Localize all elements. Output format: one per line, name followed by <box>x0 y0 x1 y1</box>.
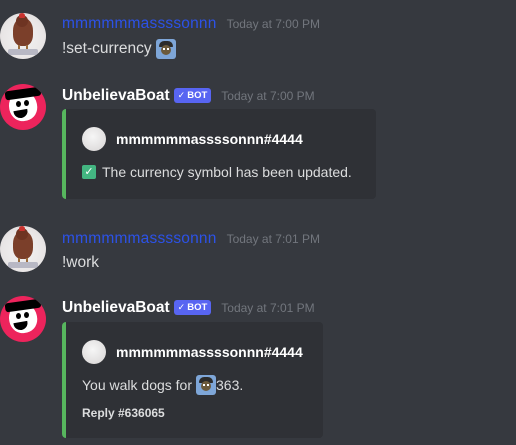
user-avatar[interactable] <box>0 13 46 59</box>
username[interactable]: UnbelievaBoat <box>62 299 170 317</box>
timestamp[interactable]: Today at 7:00 PM <box>221 89 314 103</box>
embed-author-avatar[interactable] <box>82 340 106 364</box>
message-header: UnbelievaBoat ✓ BOT Today at 7:01 PM <box>62 299 315 317</box>
embed-author-avatar[interactable] <box>82 127 106 151</box>
embed-description-amount: 363. <box>216 377 244 393</box>
embed: mmmmmmassssonnn#4444 You walk dogs for 3… <box>62 322 323 438</box>
chicken-comb <box>19 13 25 18</box>
bot-eye-right <box>24 100 29 106</box>
message-header: mmmmmmassssonnn Today at 7:00 PM <box>62 15 320 33</box>
bot-eye-right <box>24 312 29 318</box>
embed-author: mmmmmmassssonnn#4444 <box>116 131 303 147</box>
message-content: !set-currency <box>62 38 176 60</box>
tray <box>8 49 38 55</box>
bot-tag-label: BOT <box>187 302 208 313</box>
message-header: mmmmmmassssonnn Today at 7:01 PM <box>62 230 320 248</box>
embed-author: mmmmmmassssonnn#4444 <box>116 344 303 360</box>
timestamp[interactable]: Today at 7:01 PM <box>227 232 320 246</box>
message-content: !work <box>62 252 99 274</box>
username[interactable]: mmmmmmassssonnn <box>62 230 217 248</box>
timestamp[interactable]: Today at 7:00 PM <box>227 17 320 31</box>
verified-check-icon: ✓ <box>177 302 186 312</box>
check-mark-icon: ✓ <box>82 165 96 179</box>
timestamp[interactable]: Today at 7:01 PM <box>221 301 314 315</box>
currency-emoji-icon <box>196 375 216 395</box>
bot-badge: ✓ BOT <box>173 88 212 103</box>
message-text: !work <box>62 254 100 271</box>
user-avatar[interactable] <box>0 226 46 272</box>
verified-check-icon: ✓ <box>177 90 186 100</box>
chicken-comb <box>19 226 25 231</box>
embed-footer: Reply #636065 <box>82 406 165 420</box>
currency-emoji-icon <box>155 39 176 59</box>
bot-tag-label: BOT <box>187 90 208 101</box>
bot-avatar[interactable] <box>0 296 46 342</box>
embed: mmmmmmassssonnn#4444 ✓ The currency symb… <box>62 109 376 199</box>
tray <box>8 262 38 268</box>
embed-description: You walk dogs for 363. <box>82 375 243 395</box>
bot-badge: ✓ BOT <box>173 300 212 315</box>
embed-description-text: You walk dogs for <box>82 377 192 393</box>
embed-description-text: The currency symbol has been updated. <box>102 164 352 180</box>
bot-avatar[interactable] <box>0 84 46 130</box>
username[interactable]: UnbelievaBoat <box>62 87 170 105</box>
message-text: !set-currency <box>62 40 152 57</box>
embed-description: ✓ The currency symbol has been updated. <box>82 164 352 180</box>
bot-eye-left <box>16 313 21 319</box>
message-header: UnbelievaBoat ✓ BOT Today at 7:00 PM <box>62 87 315 105</box>
bot-eye-left <box>16 101 21 107</box>
username[interactable]: mmmmmmassssonnn <box>62 15 217 33</box>
